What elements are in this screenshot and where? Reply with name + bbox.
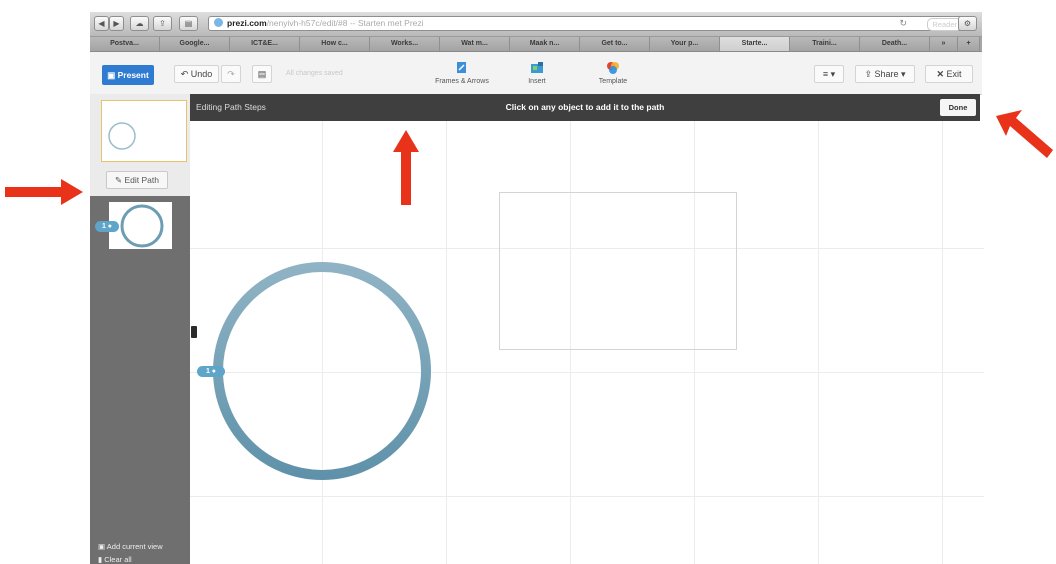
present-button[interactable]: ▣ Present [102,65,154,85]
share-button[interactable]: ⇪ Share ▾ [855,65,915,83]
browser-toolbar: ◀ ▶ ☁ ⇪ ▤ prezi.com/nenyivh-h57c/edit/#8… [90,12,982,37]
template-icon [607,62,619,74]
url-domain: prezi.com [227,18,267,28]
redo-button[interactable]: ↷ [221,65,241,83]
share-icon: ⇪ [864,69,875,79]
editing-path-banner: Editing Path Steps Click on any object t… [190,94,980,121]
browser-tab[interactable]: How c... [300,37,370,51]
save-status: All changes saved [286,70,343,77]
url-path: /nenyivh-h57c/edit/#8 -- Starten met Pre… [266,18,424,28]
clear-all-button[interactable]: ▮ Clear all [98,555,132,564]
add-current-view-button[interactable]: ▣ Add current view [98,542,163,551]
browser-tab[interactable]: Works... [370,37,440,51]
tab-strip: Postva... Google... ICT&E... How c... Works.… [90,37,982,52]
insert-icon [531,62,543,73]
camera-icon: ▣ [98,542,107,551]
share-page-icon[interactable]: ⇪ [153,16,172,31]
annotation-arrow-right [5,179,83,205]
reload-icon[interactable]: ↻ [899,17,907,30]
browser-tab[interactable]: Your p... [650,37,720,51]
browser-tab[interactable]: ICT&E... [230,37,300,51]
annotation-arrow-done [996,110,1053,158]
browser-tab[interactable]: Traini... [790,37,860,51]
address-bar[interactable]: prezi.com/nenyivh-h57c/edit/#8 -- Starte… [208,16,966,31]
chevron-down-icon: ▾ [898,69,906,79]
overview-circle [108,122,136,150]
insert-tool[interactable]: Insert [522,61,552,85]
circle-frame[interactable] [205,255,445,490]
browser-tab[interactable]: Death... [860,37,930,51]
sidebar-collapse-handle[interactable] [191,326,197,338]
menu-icon: ≡ ▾ [822,69,836,79]
menu-button[interactable]: ≡ ▾ [814,65,844,83]
save-icon[interactable]: ▤ [252,65,272,83]
overview-thumbnail[interactable] [101,100,187,162]
reader-button[interactable]: Reader [927,18,962,31]
browser-tab[interactable]: » [930,37,958,51]
settings-icon[interactable]: ⚙ [958,16,977,31]
frames-arrows-tool[interactable]: Frames & Arrows [430,61,494,85]
invisible-frame[interactable] [499,192,737,350]
back-button[interactable]: ◀ [94,16,109,31]
exit-button[interactable]: ✕ Exit [925,65,973,83]
browser-tab[interactable]: Get to... [580,37,650,51]
browser-tab[interactable]: Google... [160,37,230,51]
cloud-icon[interactable]: ☁ [130,16,149,31]
edit-path-button[interactable]: ✎ Edit Path [106,171,168,189]
present-icon: ▣ [107,70,118,80]
prezi-toolbar: ▣ Present ↶ Undo ↷ ▤ All changes saved F… [90,52,982,95]
sidebar-toggle-icon[interactable]: ▤ [179,16,198,31]
close-icon: ✕ [936,69,947,79]
globe-icon [214,18,223,27]
undo-icon: ↶ [180,69,191,79]
done-button[interactable]: Done [940,99,976,116]
browser-tab[interactable]: Maak n... [510,37,580,51]
path-step-number-badge: 1 ● [95,221,119,232]
frames-arrows-icon [457,62,466,73]
browser-tab[interactable]: + [958,37,980,51]
undo-button[interactable]: ↶ Undo [174,65,219,83]
browser-tab[interactable]: Wat m... [440,37,510,51]
forward-button[interactable]: ▶ [109,16,124,31]
browser-tab[interactable]: Starte... [720,37,790,51]
template-tool[interactable]: Template [593,61,633,85]
browser-tab[interactable]: Postva... [90,37,160,51]
path-instruction: Click on any object to add it to the pat… [505,102,665,112]
canvas-path-badge: 1 ● [197,366,225,377]
annotation-arrow-up [393,130,419,205]
